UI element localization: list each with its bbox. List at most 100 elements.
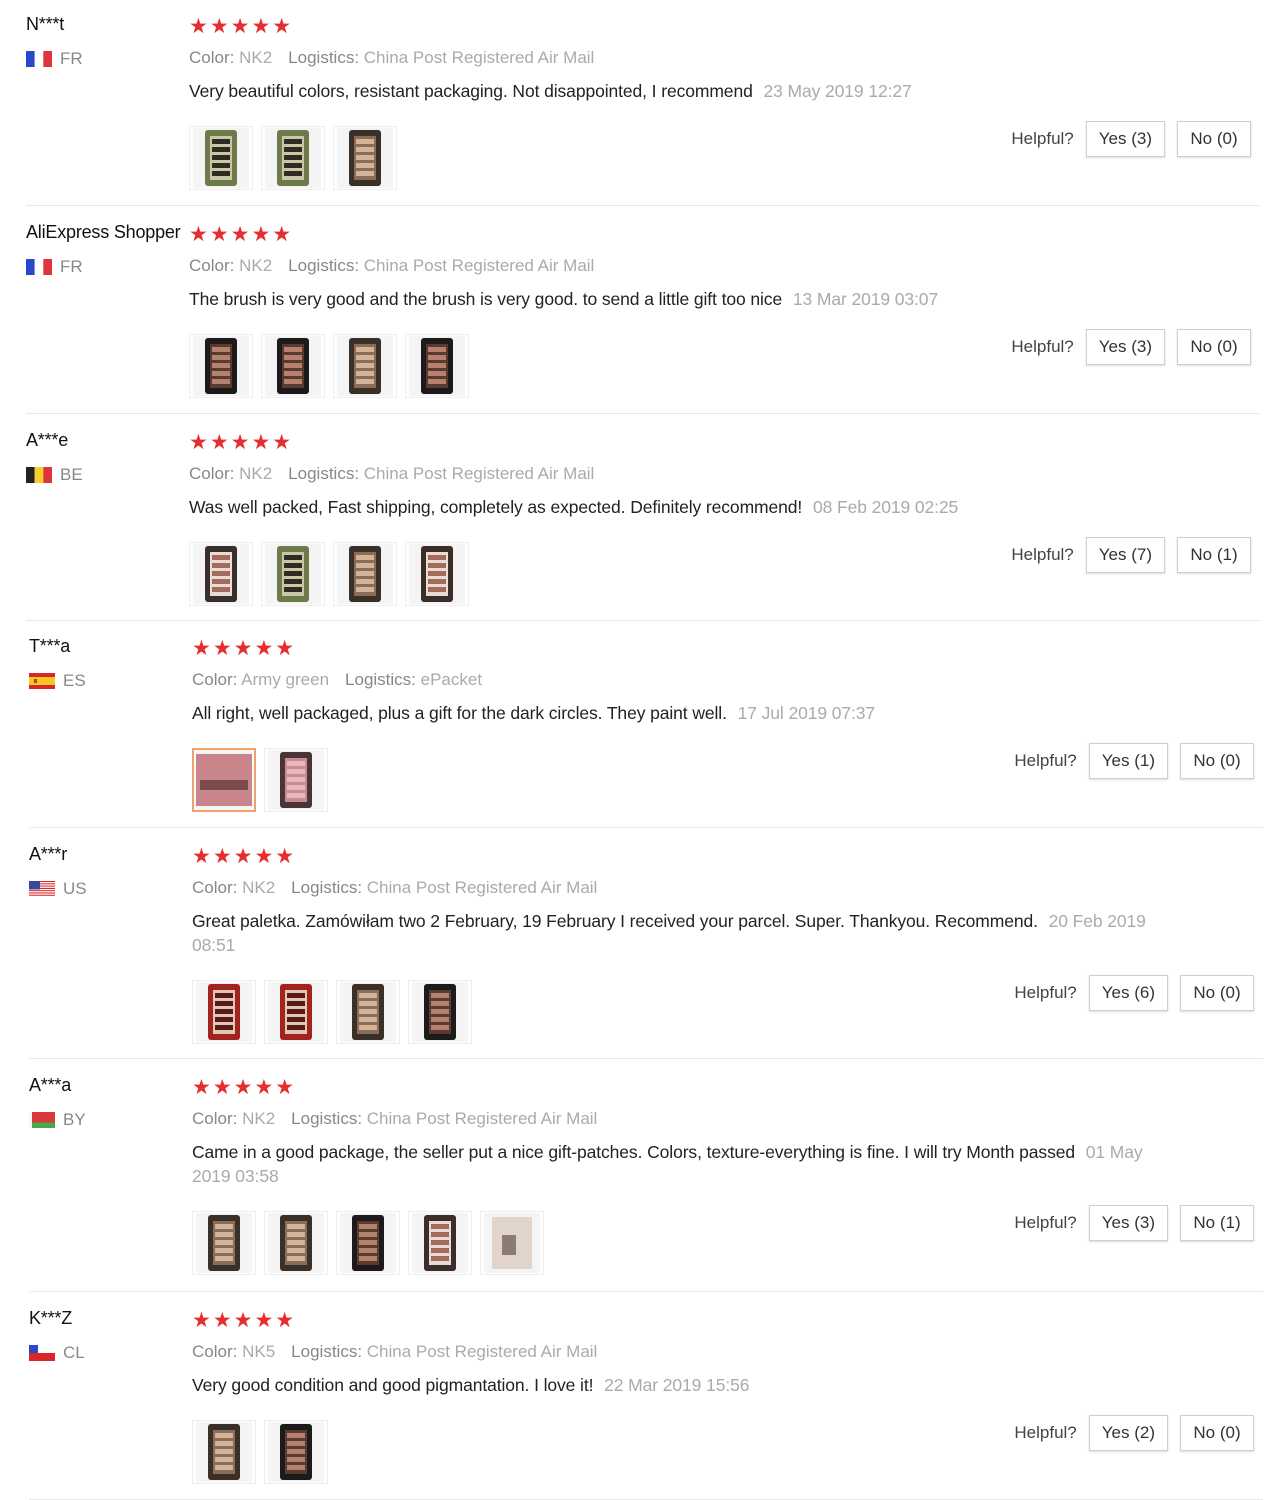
logistics-label: Logistics: <box>291 1342 363 1361</box>
logistics-value: China Post Registered Air Mail <box>363 464 595 483</box>
review-content: ★★★★★ Color: NK2 Logistics: China Post Reg… <box>189 430 1149 606</box>
helpful-no-button[interactable]: No (1) <box>1177 537 1251 573</box>
logistics-value: China Post Registered Air Mail <box>363 256 595 275</box>
flag-us-icon <box>29 881 55 897</box>
logistics-value: China Post Registered Air Mail <box>363 48 595 67</box>
helpful-no-button[interactable]: No (0) <box>1177 329 1251 365</box>
country-code: CL <box>63 1343 85 1362</box>
photo-thumbnail[interactable] <box>264 1211 328 1275</box>
review-divider <box>26 205 1260 206</box>
photo-box-dark-image <box>268 1422 324 1482</box>
photo-thumbnail[interactable] <box>333 542 397 606</box>
review-photos <box>192 980 472 1044</box>
photo-palette-open-image <box>340 982 396 1042</box>
photo-thumbnail[interactable] <box>264 748 328 812</box>
country-flag <box>26 259 52 275</box>
photo-thumbnail[interactable] <box>408 1211 472 1275</box>
helpful-vote: Helpful? Yes (1) No (0) <box>1014 743 1254 779</box>
reviewer-name: AliExpress Shopper <box>26 222 181 242</box>
photo-thumbnail[interactable] <box>192 980 256 1044</box>
country-flag <box>29 881 55 897</box>
photo-thumbnail[interactable] <box>333 126 397 190</box>
photo-thumbnail[interactable] <box>261 542 325 606</box>
logistics-label: Logistics: <box>345 670 416 689</box>
photo-thumbnail[interactable] <box>336 980 400 1044</box>
photo-thumbnail[interactable] <box>405 334 469 398</box>
reviewer-country: FR <box>26 49 186 69</box>
review-content: ★★★★★ Color: NK2 Logistics: China Post Reg… <box>189 222 1149 398</box>
helpful-yes-button[interactable]: Yes (2) <box>1088 1415 1168 1451</box>
helpful-label: Helpful? <box>1014 1423 1077 1442</box>
helpful-label: Helpful? <box>1011 129 1074 148</box>
color-value: NK2 <box>239 48 273 67</box>
helpful-no-button[interactable]: No (0) <box>1180 743 1254 779</box>
photo-box-light-image <box>412 1213 468 1273</box>
logistics-value: China Post Registered Air Mail <box>366 1109 598 1128</box>
photo-thumbnail[interactable] <box>192 748 256 812</box>
helpful-yes-button[interactable]: Yes (7) <box>1085 537 1165 573</box>
photo-thumbnail[interactable] <box>189 126 253 190</box>
helpful-yes-button[interactable]: Yes (3) <box>1088 1205 1168 1241</box>
review-photos <box>192 1211 544 1275</box>
photo-thumbnail[interactable] <box>189 542 253 606</box>
review-date: 22 Mar 2019 15:56 <box>604 1375 750 1395</box>
photo-thumbnail[interactable] <box>333 334 397 398</box>
photo-palette-open-image <box>337 544 393 604</box>
photo-thumbnail[interactable] <box>408 980 472 1044</box>
country-code: BY <box>63 1110 86 1129</box>
photo-thumbnail[interactable] <box>405 542 469 606</box>
photo-thumbnail[interactable] <box>192 1211 256 1275</box>
photo-thumbnail[interactable] <box>192 1420 256 1484</box>
photo-thumbnail[interactable] <box>261 334 325 398</box>
country-flag <box>29 1112 55 1128</box>
order-info: Color: Army green Logistics: ePacket <box>192 670 1152 690</box>
color-value: NK5 <box>242 1342 276 1361</box>
review-date: 17 Jul 2019 07:37 <box>737 703 876 723</box>
helpful-vote: Helpful? Yes (6) No (0) <box>1014 975 1254 1011</box>
helpful-no-button[interactable]: No (0) <box>1180 1415 1254 1451</box>
helpful-yes-button[interactable]: Yes (6) <box>1088 975 1168 1011</box>
helpful-no-button[interactable]: No (0) <box>1180 975 1254 1011</box>
review-photos <box>189 334 469 398</box>
photo-box-light-image <box>193 544 249 604</box>
reviewer-country: BE <box>26 465 186 485</box>
logistics-value: China Post Registered Air Mail <box>366 1342 598 1361</box>
reviewer-country: FR <box>26 257 186 277</box>
review-item: N***t FR ★★★★★ Color: NK2 Logistics: China P… <box>0 0 1287 207</box>
photo-thumbnail[interactable] <box>189 334 253 398</box>
review-divider <box>26 620 1260 621</box>
photo-thumbnail[interactable] <box>480 1211 544 1275</box>
color-value: NK2 <box>242 878 276 897</box>
country-code: FR <box>60 49 83 68</box>
review-photos <box>189 126 397 190</box>
flag-es-icon <box>29 673 55 689</box>
reviewer-country: CL <box>29 1343 189 1363</box>
photo-thumbnail[interactable] <box>264 980 328 1044</box>
review-content: ★★★★★ Color: NK2 Logistics: China Post Reg… <box>192 844 1152 1044</box>
review-date: 08 Feb 2019 02:25 <box>812 497 959 517</box>
helpful-label: Helpful? <box>1014 1213 1077 1232</box>
rating-stars: ★★★★★ <box>192 637 297 660</box>
reviewer-info: AliExpress Shopper FR <box>26 222 186 277</box>
country-code: ES <box>63 671 86 690</box>
reviewer-country: BY <box>29 1110 189 1130</box>
helpful-label: Helpful? <box>1014 751 1077 770</box>
photo-thumbnail[interactable] <box>261 126 325 190</box>
review-content: ★★★★★ Color: NK2 Logistics: China Post Reg… <box>192 1075 1152 1275</box>
helpful-no-button[interactable]: No (0) <box>1177 121 1251 157</box>
helpful-yes-button[interactable]: Yes (3) <box>1085 329 1165 365</box>
color-label: Color: <box>192 670 238 689</box>
logistics-value: China Post Registered Air Mail <box>366 878 598 897</box>
helpful-yes-button[interactable]: Yes (1) <box>1088 743 1168 779</box>
helpful-yes-button[interactable]: Yes (3) <box>1085 121 1165 157</box>
helpful-no-button[interactable]: No (1) <box>1180 1205 1254 1241</box>
photo-thumbnail[interactable] <box>264 1420 328 1484</box>
review-photos <box>192 1420 328 1484</box>
photo-thumbnail[interactable] <box>336 1211 400 1275</box>
helpful-label: Helpful? <box>1014 983 1077 1002</box>
reviewer-name: T***a <box>29 636 71 656</box>
review-divider <box>26 413 1260 414</box>
order-info: Color: NK2 Logistics: China Post Register… <box>189 256 1149 276</box>
photo-palette-open-image <box>268 1213 324 1273</box>
reviewer-country: US <box>29 879 189 899</box>
